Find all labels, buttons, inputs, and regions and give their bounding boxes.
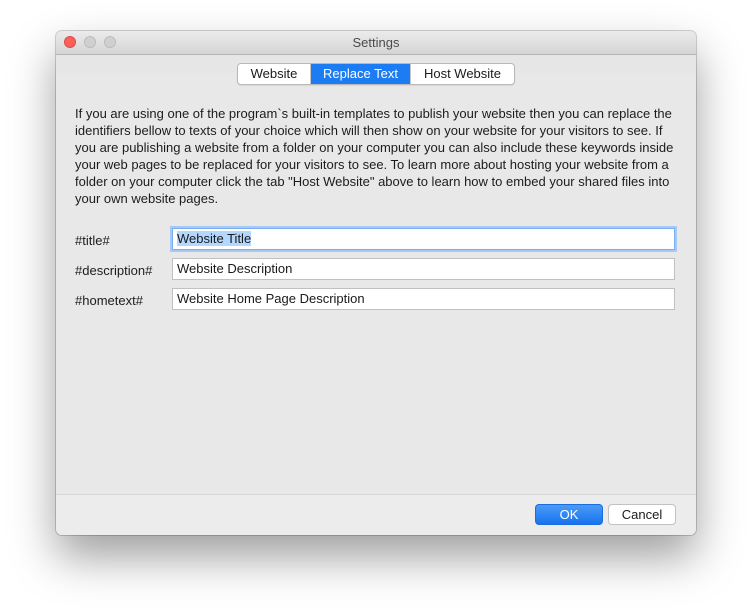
title-bar[interactable]: Settings (56, 31, 696, 55)
description-field-value: Website Description (177, 261, 293, 276)
dialog-footer: OK Cancel (56, 494, 696, 535)
description-field-label: #description# (75, 263, 153, 278)
tab-host-website[interactable]: Host Website (410, 64, 514, 84)
tab-website[interactable]: Website (238, 64, 310, 84)
hometext-field-value: Website Home Page Description (177, 291, 365, 306)
title-field[interactable]: Website Title (172, 228, 675, 250)
cancel-button[interactable]: Cancel (608, 504, 676, 525)
ok-button[interactable]: OK (535, 504, 603, 525)
tab-bar: Website Replace Text Host Website (237, 63, 515, 85)
hometext-field[interactable]: Website Home Page Description (172, 288, 675, 310)
replace-text-description: If you are using one of the program`s bu… (75, 106, 674, 206)
window-title: Settings (352, 35, 400, 50)
description-field[interactable]: Website Description (172, 258, 675, 280)
title-field-value: Website Title (177, 231, 252, 246)
hometext-field-label: #hometext# (75, 293, 143, 308)
settings-window: Settings Website Replace Text Host Websi… (56, 31, 696, 535)
tab-replace-text[interactable]: Replace Text (310, 64, 410, 84)
title-field-label: #title# (75, 233, 110, 248)
